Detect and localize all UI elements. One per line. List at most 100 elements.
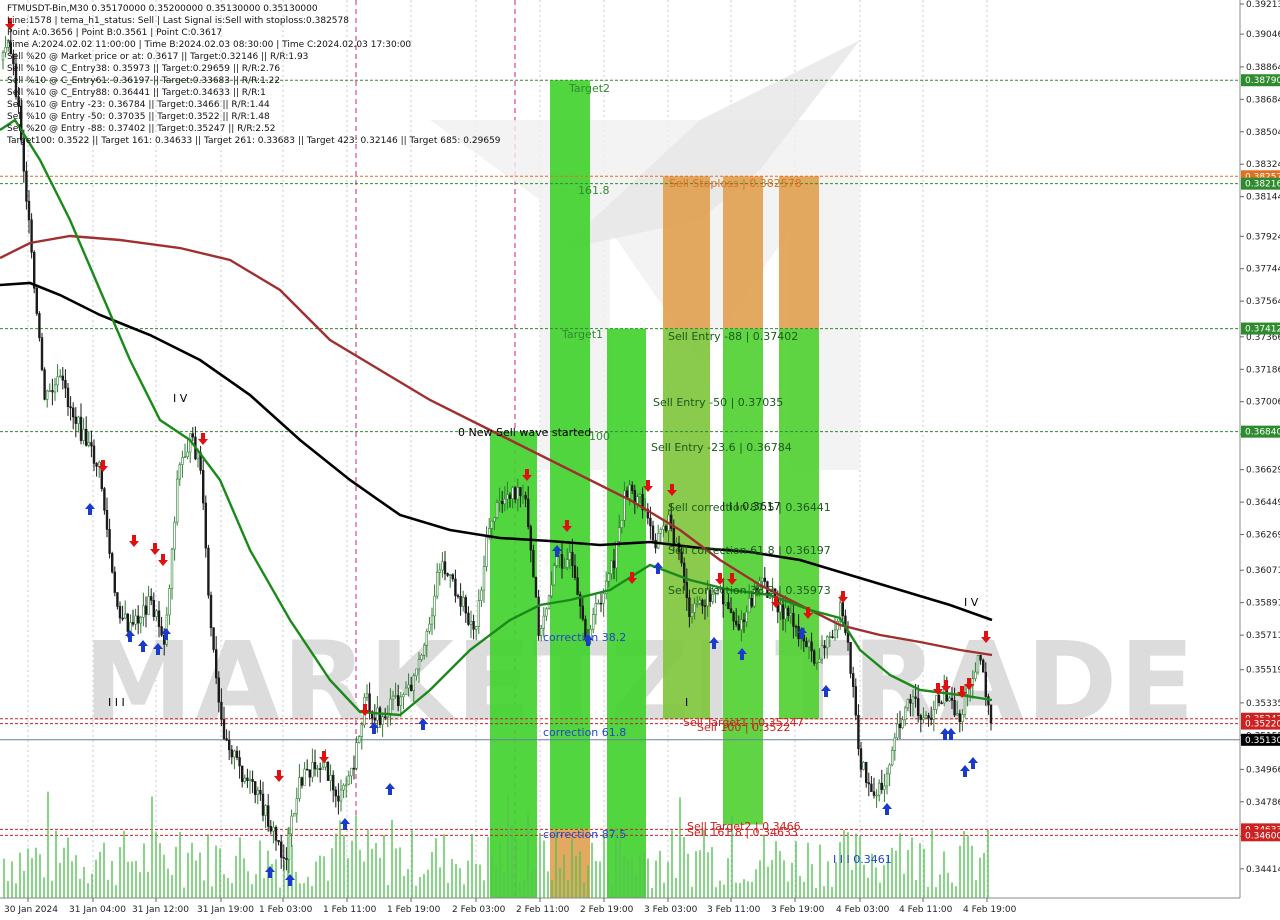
time-tick-label: 31 Jan 04:00: [69, 905, 126, 915]
candle-body: [230, 749, 233, 758]
candle-body: [563, 567, 566, 569]
candle-body: [142, 605, 145, 618]
price-label-text: 0.37412: [1245, 325, 1280, 335]
candle-body: [729, 608, 733, 613]
candle-body: [672, 528, 676, 545]
annotation-label: 0 New Sell wave started: [458, 426, 591, 439]
candle-body: [121, 617, 124, 620]
candle-body: [285, 858, 288, 860]
candle-body: [794, 626, 798, 628]
candle-body: [656, 532, 660, 549]
candle-body: [534, 576, 538, 598]
candle-body: [976, 655, 980, 673]
candle-body: [407, 684, 410, 689]
candle-body: [428, 623, 431, 632]
candle-body: [628, 484, 631, 499]
price-axis-panel: [1240, 0, 1280, 920]
candle-body: [807, 641, 811, 648]
candle-body: [69, 406, 72, 409]
annotation-label: I V: [964, 596, 979, 609]
annotation-label: Sell Entry -88 | 0.37402: [668, 330, 798, 343]
time-tick-label: 31 Jan 19:00: [197, 905, 254, 915]
candle-body: [786, 607, 790, 617]
info-line: Time A:2024.02.02 11:00:00 | Time B:2024…: [7, 40, 412, 50]
candle-body: [524, 494, 527, 500]
candle-body: [430, 615, 434, 625]
candle-body: [58, 375, 62, 378]
candle-body: [228, 739, 231, 751]
signal-zone: [723, 176, 763, 329]
candle-body: [98, 461, 101, 467]
price-tick-label: 0.36449: [1246, 498, 1280, 508]
info-line: Sell %10 @ C_Entry61: 0.36197 || Target:…: [7, 76, 281, 86]
candle-body: [857, 714, 860, 750]
candle-body: [701, 599, 704, 606]
candle-body: [248, 779, 252, 781]
candle-body: [152, 600, 155, 617]
price-label-text: 0.36840: [1245, 428, 1280, 438]
annotation-label: Sell Entry -23.6 | 0.36784: [651, 441, 792, 454]
candle-body: [659, 529, 663, 534]
candle-body: [768, 597, 772, 599]
candle-body: [539, 628, 543, 636]
candle-body: [459, 595, 462, 607]
candle-body: [157, 610, 161, 627]
candle-body: [279, 841, 283, 858]
price-tick-label: 0.37924: [1246, 232, 1280, 242]
candle-body: [235, 750, 239, 758]
candle-body: [391, 695, 395, 700]
candle-body: [251, 779, 254, 782]
time-tick-label: 2 Feb 11:00: [516, 905, 570, 915]
candle-body: [651, 525, 655, 541]
candle-body: [482, 566, 486, 591]
annotation-label: 161.8: [578, 184, 610, 197]
candle-body: [72, 407, 75, 418]
candle-body: [355, 742, 358, 769]
price-tick-label: 0.36629: [1246, 466, 1280, 476]
candle-body: [85, 428, 88, 446]
time-tick-label: 3 Feb 19:00: [771, 905, 825, 915]
candle-body: [506, 494, 509, 500]
candle-body: [144, 605, 148, 615]
candle-body: [365, 693, 369, 698]
candle-body: [469, 621, 473, 625]
candle-body: [979, 655, 982, 661]
candle-body: [893, 737, 897, 751]
candle-body: [909, 699, 912, 704]
candle-body: [737, 624, 741, 630]
candle-body: [225, 738, 228, 741]
candle-body: [760, 577, 764, 582]
price-tick-label: 0.39046: [1246, 30, 1280, 40]
candle-body: [950, 697, 954, 701]
candle-body: [324, 762, 327, 768]
candle-body: [451, 574, 454, 580]
candle-body: [108, 529, 111, 554]
candle-body: [740, 619, 743, 630]
candle-body: [688, 597, 691, 617]
candle-body: [43, 369, 46, 400]
candle-body: [472, 621, 475, 630]
candle-body: [568, 552, 572, 560]
candle-body: [880, 782, 884, 790]
candle-body: [820, 645, 824, 660]
candle-body: [877, 782, 881, 796]
candle-body: [833, 629, 837, 638]
candle-body: [56, 376, 59, 386]
candle-body: [183, 456, 187, 459]
candle-body: [724, 602, 728, 605]
candle-body: [526, 498, 530, 527]
candle-body: [937, 695, 941, 704]
time-tick-label: 4 Feb 11:00: [899, 905, 953, 915]
candle-body: [334, 789, 337, 797]
candle-body: [448, 574, 452, 576]
candle-body: [282, 857, 285, 859]
candle-body: [888, 764, 891, 775]
price-tick-label: 0.35335: [1246, 699, 1280, 709]
candle-body: [217, 677, 220, 703]
candle-body: [38, 313, 41, 338]
candle-body: [129, 622, 132, 632]
candle-body: [906, 699, 910, 709]
candle-body: [649, 517, 652, 527]
candle-body: [178, 464, 181, 480]
price-tick-label: 0.35891: [1246, 599, 1280, 609]
